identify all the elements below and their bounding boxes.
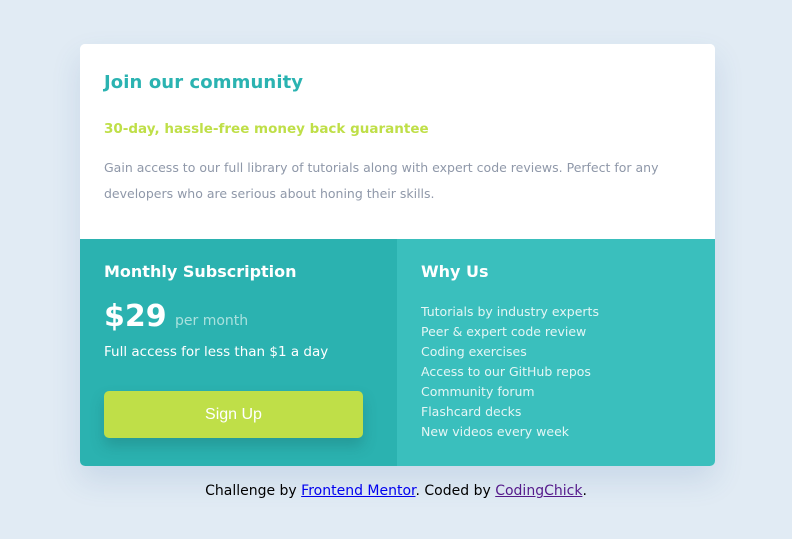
pricing-card: Join our community 30-day, hassle-free m… bbox=[80, 44, 715, 466]
sign-up-button[interactable]: Sign Up bbox=[104, 391, 363, 438]
list-item: New videos every week bbox=[421, 424, 569, 439]
guarantee-text: 30-day, hassle-free money back guarantee bbox=[104, 121, 429, 137]
why-us-list: Tutorials by industry experts Peer & exp… bbox=[421, 302, 599, 442]
list-item: Access to our GitHub repos bbox=[421, 364, 591, 379]
subscription-panel: Monthly Subscription $29 per month Full … bbox=[80, 239, 397, 466]
card-title: Join our community bbox=[104, 72, 304, 93]
subscription-title: Monthly Subscription bbox=[104, 262, 297, 281]
price-period: per month bbox=[175, 313, 249, 329]
card-description: Gain access to our full library of tutor… bbox=[104, 160, 659, 201]
footer-middle: . Coded by bbox=[415, 483, 496, 499]
attribution-footer: Challenge by Frontend Mentor. Coded by C… bbox=[0, 483, 792, 499]
list-item: Peer & expert code review bbox=[421, 324, 587, 339]
access-text: Full access for less than $1 a day bbox=[104, 344, 329, 360]
why-us-panel: Why Us Tutorials by industry experts Pee… bbox=[397, 239, 715, 466]
community-section: Join our community 30-day, hassle-free m… bbox=[80, 44, 715, 239]
codingchick-link[interactable]: CodingChick bbox=[495, 483, 582, 499]
why-us-title: Why Us bbox=[421, 262, 489, 281]
price-amount: $29 bbox=[104, 299, 167, 334]
list-item: Flashcard decks bbox=[421, 404, 522, 419]
list-item: Coding exercises bbox=[421, 344, 527, 359]
plans-row: Monthly Subscription $29 per month Full … bbox=[80, 239, 715, 466]
list-item: Community forum bbox=[421, 384, 535, 399]
list-item: Tutorials by industry experts bbox=[421, 304, 599, 319]
footer-suffix: . bbox=[582, 483, 587, 499]
frontend-mentor-link[interactable]: Frontend Mentor bbox=[301, 483, 415, 499]
footer-prefix: Challenge by bbox=[205, 483, 302, 499]
